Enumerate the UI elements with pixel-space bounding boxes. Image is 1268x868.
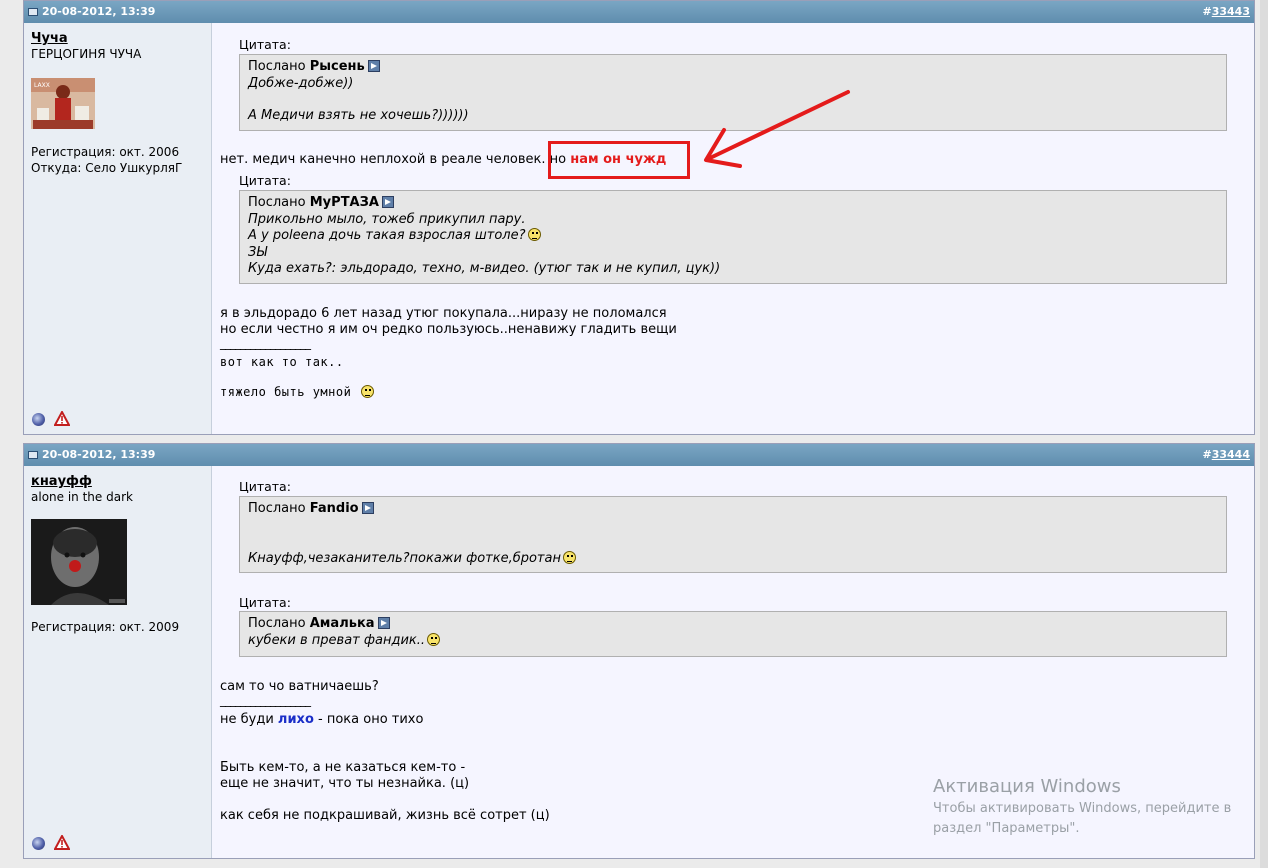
quote-line-text: А у poleena дочь такая взрослая штоле? (248, 228, 526, 243)
online-status-icon[interactable] (32, 837, 45, 850)
quote-label: Цитата: (239, 595, 291, 610)
registration-date: Регистрация: окт. 2006 (31, 145, 180, 159)
posted-by-label: Послано (248, 616, 306, 631)
signature-text: не буди (220, 712, 278, 727)
signature-line: Быть кем-то, а не казаться кем-то - (220, 760, 466, 775)
post-number[interactable]: #33443 (1203, 1, 1251, 23)
quote-label: Цитата: (239, 37, 291, 52)
quote-label: Цитата: (239, 479, 291, 494)
post-number[interactable]: #33444 (1203, 444, 1251, 466)
watermark-title: Активация Windows (933, 776, 1121, 797)
annotation-arrow (704, 90, 850, 168)
online-status-icon[interactable] (32, 413, 45, 426)
signature-divider: __________________ (220, 693, 311, 707)
forum-post: 20-08-2012, 13:39 #33443 Чуча ГЕРЦОГИНЯ … (23, 0, 1255, 435)
report-warning-icon[interactable] (54, 835, 70, 850)
quote-author: Амалька (309, 616, 375, 631)
post-header: 20-08-2012, 13:39 #33443 (24, 1, 1254, 23)
signature-text: - пока оно тихо (313, 712, 424, 727)
user-info-column: кнауфф alone in the dark Регистрация: ок… (24, 466, 212, 858)
quote-line-text: кубеки в преват фандик.. (248, 632, 426, 648)
post-number-link[interactable]: 33444 (1212, 448, 1250, 461)
smiley-icon (361, 385, 375, 398)
go-to-post-icon[interactable] (381, 196, 394, 208)
quote-box: Послано МуРТАЗА Прикольно мыло, тожеб пр… (239, 190, 1227, 284)
signature-line: тяжело быть умной (220, 384, 375, 400)
avatar: LAXX (31, 78, 95, 129)
quote-line: Куда ехать?: эльдорадо, техно, м-видео. … (248, 261, 721, 276)
quote-author-line: Послано Рысень (248, 59, 1218, 76)
user-details: Регистрация: окт. 2009 (31, 619, 179, 635)
quote-box: Послано Амалька кубеки в преват фандик.. (239, 611, 1227, 657)
annotation-highlight-box (548, 141, 690, 179)
signature-line: как себя не подкрашивай, жизнь всё сотре… (220, 808, 550, 823)
post-header: 20-08-2012, 13:39 #33444 (24, 444, 1254, 466)
report-warning-icon[interactable] (54, 411, 70, 426)
go-to-post-icon[interactable] (367, 60, 380, 72)
user-title: ГЕРЦОГИНЯ ЧУЧА (31, 47, 142, 61)
user-location: Откуда: Село УшкурляГ (31, 161, 183, 175)
posted-by-label: Послано (248, 195, 306, 210)
posted-by-label: Послано (248, 59, 306, 74)
signature-text: тяжело быть умной (220, 385, 352, 399)
quote-line: Кнауфф,чезаканитель?покажи фотке,бротан (248, 550, 1218, 568)
go-to-post-icon[interactable] (361, 502, 374, 514)
quote-line: Прикольно мыло, тожеб прикупил пару. (248, 211, 526, 227)
quote-author-line: Послано МуРТАЗА (248, 195, 1218, 212)
quote-label: Цитата: (239, 173, 291, 188)
avatar-image (31, 519, 127, 605)
username-link[interactable]: кнауфф (31, 474, 92, 489)
quote-line-text: Кнауфф,чезаканитель?покажи фотке,бротан (248, 550, 561, 566)
quote-author: Fandio (309, 501, 359, 516)
quote-author: Рысень (309, 59, 365, 74)
post-icon (28, 8, 38, 16)
scrollbar-edge[interactable] (1260, 0, 1268, 868)
avatar-image: LAXX (31, 78, 95, 129)
message-line: я в эльдорадо 6 лет назад утюг покупала.… (220, 306, 667, 321)
quote-box: Послано Fandio Кнауфф,чезаканитель?покаж… (239, 496, 1227, 573)
signature-line: не буди лихо - пока оно тихо (220, 712, 423, 728)
user-info-column: Чуча ГЕРЦОГИНЯ ЧУЧА LAXX Регистрация: ок… (24, 23, 212, 434)
signature-line: вот как то так.. (220, 355, 344, 369)
post-number-link[interactable]: 33443 (1212, 5, 1250, 18)
post-date: 20-08-2012, 13:39 (42, 5, 156, 18)
watermark-line: Чтобы активировать Windows, перейдите в (933, 801, 1232, 816)
signature-line: еще не значит, что ты незнайка. (ц) (220, 776, 470, 791)
quote-author-line: Послано Амалька (248, 616, 1218, 633)
posted-by-label: Послано (248, 501, 306, 516)
user-title: alone in the dark (31, 490, 133, 504)
go-to-post-icon[interactable] (377, 617, 390, 629)
quote-line: А у poleena дочь такая взрослая штоле? (248, 228, 1218, 245)
quote-line: кубеки в преват фандик.. (248, 632, 1218, 650)
user-details: Регистрация: окт. 2006 Откуда: Село Ушку… (31, 144, 182, 176)
quote-author-line: Послано Fandio (248, 501, 1218, 518)
username-link[interactable]: Чуча (31, 31, 68, 46)
signature-divider: __________________ (220, 336, 311, 350)
signature-highlight: лихо (277, 712, 314, 727)
quote-author: МуРТАЗА (309, 195, 379, 210)
smiley-icon (562, 550, 576, 564)
avatar (31, 519, 127, 605)
registration-date: Регистрация: окт. 2009 (31, 620, 180, 634)
smiley-icon (527, 228, 541, 241)
post-icon (28, 451, 38, 459)
quote-line: ЗЫ (248, 244, 267, 260)
watermark-line: раздел "Параметры". (933, 821, 1080, 836)
windows-activation-watermark: Активация Windows Чтобы активировать Win… (933, 776, 1231, 839)
smiley-icon (427, 632, 441, 646)
reply-text-plain: нет. медич канечно неплохой в реале чело… (220, 152, 571, 167)
svg-text:LAXX: LAXX (34, 82, 50, 89)
post-date: 20-08-2012, 13:39 (42, 448, 156, 461)
